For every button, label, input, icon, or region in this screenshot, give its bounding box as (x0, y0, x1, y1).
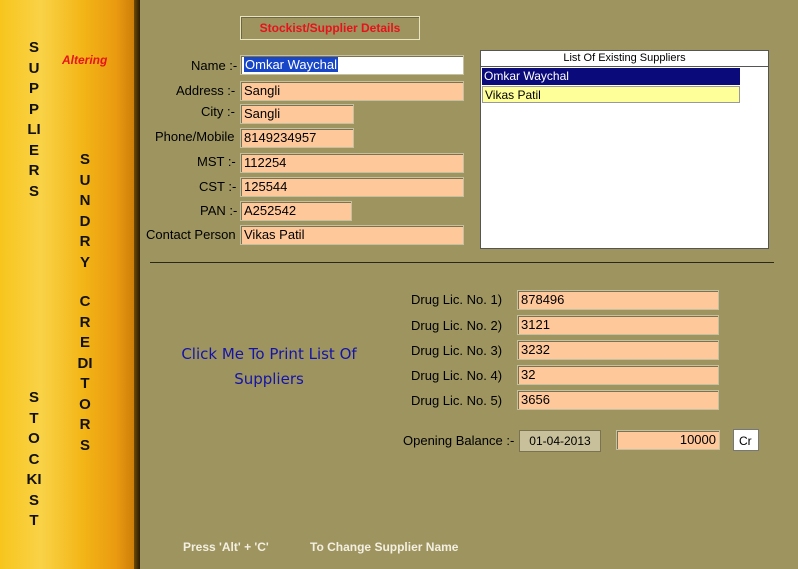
drug-lic-field-2[interactable]: 3121 (517, 315, 719, 335)
drug-lic-field-5[interactable]: 3656 (517, 390, 719, 410)
supplier-list-item[interactable]: Omkar Waychal (482, 68, 740, 85)
sidebar-divider (134, 0, 140, 569)
phone-field[interactable]: 8149234957 (240, 128, 354, 148)
drug-lic-label-3: Drug Lic. No. 3) (411, 343, 503, 358)
section-divider (150, 262, 774, 263)
drug-lic-label-2: Drug Lic. No. 2) (411, 318, 503, 333)
supplier-list-header: List Of Existing Suppliers (481, 51, 768, 67)
address-label: Address :- (176, 83, 236, 98)
supplier-list[interactable]: List Of Existing Suppliers Omkar Waychal… (480, 50, 769, 249)
supplier-list-item[interactable]: Vikas Patil (482, 86, 740, 103)
change-name-hint: To Change Supplier Name (310, 540, 459, 554)
opening-balance-date[interactable]: 01-04-2013 (519, 430, 601, 452)
print-link-line1: Click Me To Print List Of (181, 345, 357, 363)
sidebar-word-sundry: SUNDRY (79, 151, 91, 271)
contact-person-label: Contact Person (146, 227, 236, 242)
opening-balance-amount[interactable]: 10000 (616, 430, 720, 450)
mst-label: MST :- (197, 154, 236, 169)
name-field[interactable]: Omkar Waychal (240, 55, 464, 75)
drug-lic-label-4: Drug Lic. No. 4) (411, 368, 503, 383)
city-field[interactable]: Sangli (240, 104, 354, 124)
opening-balance-label: Opening Balance :- (403, 433, 515, 448)
cst-label: CST :- (199, 179, 237, 194)
address-field[interactable]: Sangli (240, 81, 464, 101)
phone-label: Phone/Mobile (155, 129, 235, 144)
sidebar-word-stockist: STOCKIST (26, 389, 42, 529)
balance-type-field[interactable]: Cr (733, 429, 759, 451)
drug-lic-field-1[interactable]: 878496 (517, 290, 719, 310)
cst-field[interactable]: 125544 (240, 177, 464, 197)
print-suppliers-link[interactable]: Click Me To Print List Of Suppliers (164, 342, 374, 392)
drug-lic-field-3[interactable]: 3232 (517, 340, 719, 360)
drug-lic-label-1: Drug Lic. No. 1) (411, 292, 503, 307)
sidebar-word-creditors: CREDITORS (77, 293, 93, 454)
name-value: Omkar Waychal (244, 57, 338, 72)
mst-field[interactable]: 112254 (240, 153, 464, 173)
drug-lic-label-5: Drug Lic. No. 5) (411, 393, 503, 408)
sidebar-word-suppliers: SUPPLIERS (27, 39, 41, 200)
page-title: Stockist/Supplier Details (240, 16, 420, 40)
mode-indicator: Altering (62, 53, 108, 67)
contact-person-field[interactable]: Vikas Patil (240, 225, 464, 245)
name-label: Name :- (191, 58, 238, 73)
pan-field[interactable]: A252542 (240, 201, 352, 221)
drug-lic-field-4[interactable]: 32 (517, 365, 719, 385)
sidebar-panel (0, 0, 137, 569)
print-link-line2: Suppliers (234, 370, 304, 388)
pan-label: PAN :- (200, 203, 238, 218)
shortcut-hint: Press 'Alt' + 'C' (183, 540, 269, 554)
city-label: City :- (201, 104, 235, 119)
